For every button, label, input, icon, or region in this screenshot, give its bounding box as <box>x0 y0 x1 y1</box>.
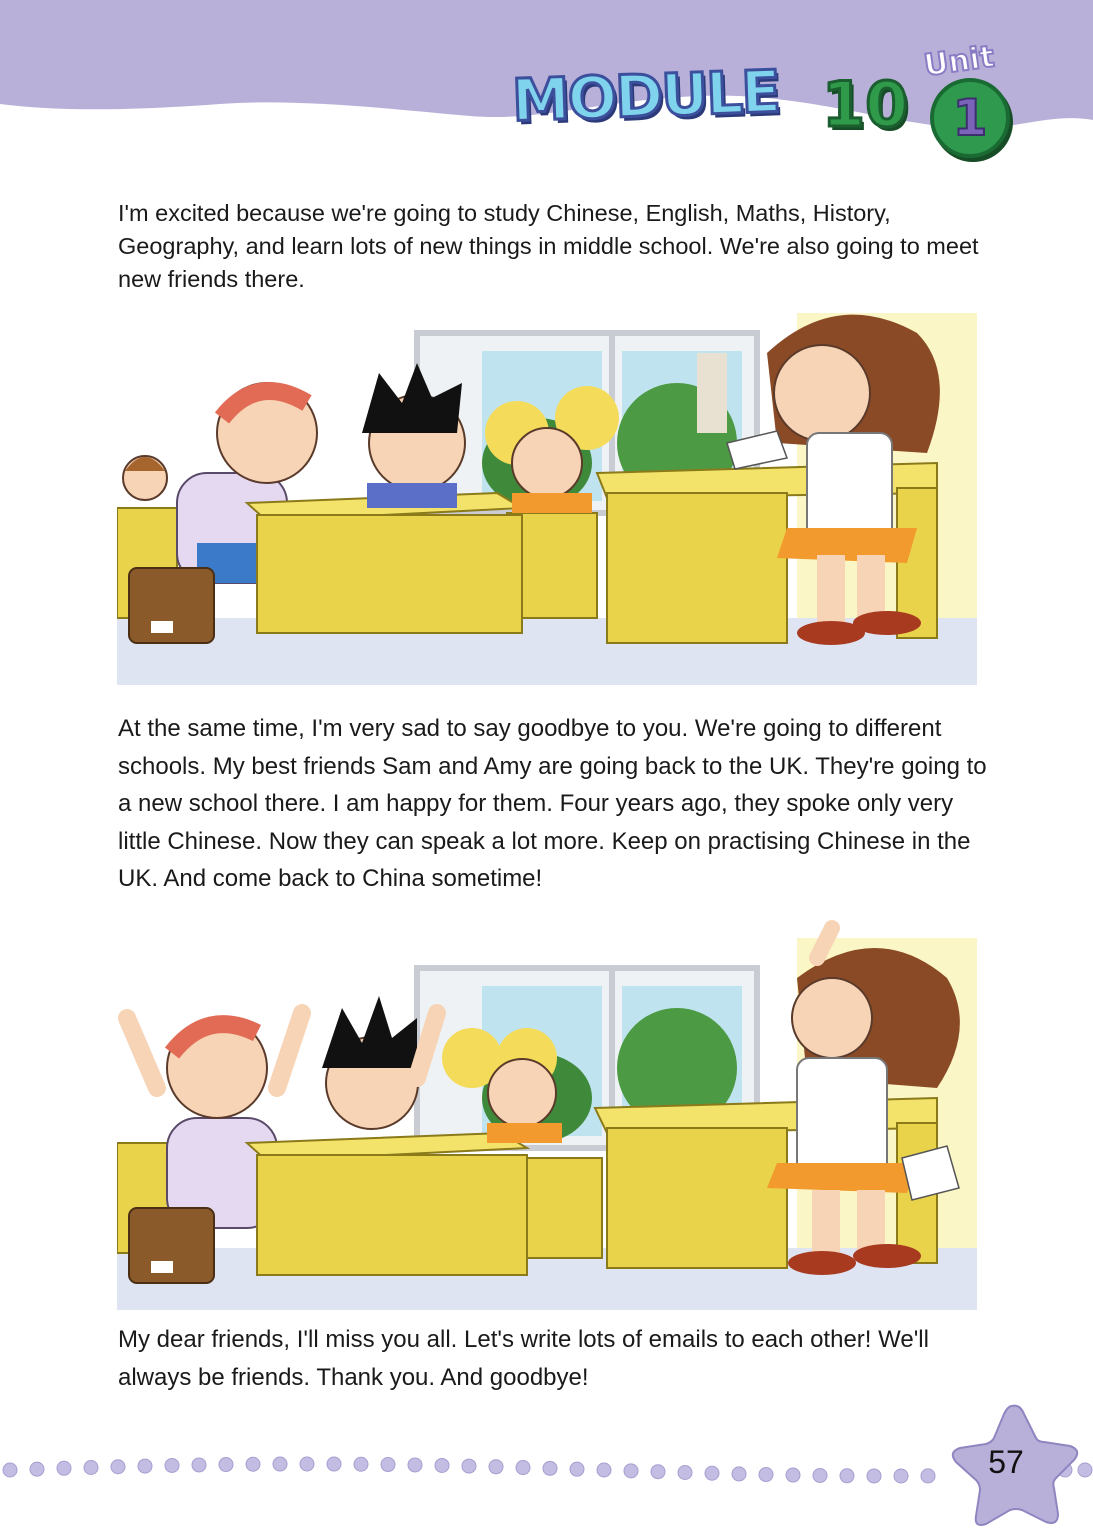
footer-dot <box>542 1460 558 1476</box>
footer-dot <box>191 1457 207 1473</box>
footer-dot <box>623 1463 639 1479</box>
paragraph-intro: I'm excited because we're going to study… <box>118 200 979 292</box>
unit-number: 1 <box>952 88 989 148</box>
footer-dot <box>650 1464 666 1480</box>
footer-dot <box>677 1465 693 1481</box>
footer-dot <box>29 1461 45 1477</box>
boy-back-left <box>122 455 168 501</box>
module-title: MODULE <box>509 56 781 136</box>
footer-dot <box>785 1467 801 1483</box>
paragraph-closing: My dear friends, I'll miss you all. Let'… <box>118 1326 929 1391</box>
unit-badge: 1 <box>930 78 1010 158</box>
footer-dot <box>2 1462 18 1478</box>
footer-dot <box>488 1459 504 1475</box>
footer-dot <box>353 1456 369 1472</box>
footer-dot <box>461 1458 477 1474</box>
footer-dot <box>110 1459 126 1475</box>
footer-dot <box>326 1456 342 1472</box>
schoolbag <box>128 567 215 644</box>
desk-front <box>244 491 526 634</box>
classroom-illustration-waving <box>117 918 977 1310</box>
footer-dot <box>164 1457 180 1473</box>
footer-dot <box>83 1460 99 1476</box>
footer-dot <box>731 1466 747 1482</box>
footer-dot <box>839 1468 855 1484</box>
paragraph-goodbye: At the same time, I'm very sad to say go… <box>118 715 987 892</box>
footer-dot <box>758 1467 774 1483</box>
desk-front <box>244 1131 531 1276</box>
footer-dot <box>434 1457 450 1473</box>
footer-dots <box>2 1456 1093 1484</box>
footer-dot <box>812 1467 828 1483</box>
footer-dot <box>380 1457 396 1473</box>
footer-dot <box>920 1468 936 1484</box>
classroom-illustration-speech <box>117 293 977 685</box>
footer-dot <box>407 1457 423 1473</box>
footer-dot <box>704 1465 720 1481</box>
schoolbag <box>128 1207 215 1284</box>
footer-dot <box>272 1456 288 1472</box>
footer-dot <box>299 1456 315 1472</box>
footer-dot <box>218 1457 234 1473</box>
page-number: 57 <box>988 1444 1024 1480</box>
footer-dot <box>596 1462 612 1478</box>
footer-dot <box>245 1456 261 1472</box>
footer-dot <box>515 1460 531 1476</box>
footer-dot <box>569 1461 585 1477</box>
footer-dot <box>137 1458 153 1474</box>
footer-dot <box>866 1468 882 1484</box>
footer-dot <box>56 1460 72 1476</box>
footer-dot <box>893 1468 909 1484</box>
module-number: 10 <box>820 67 909 143</box>
